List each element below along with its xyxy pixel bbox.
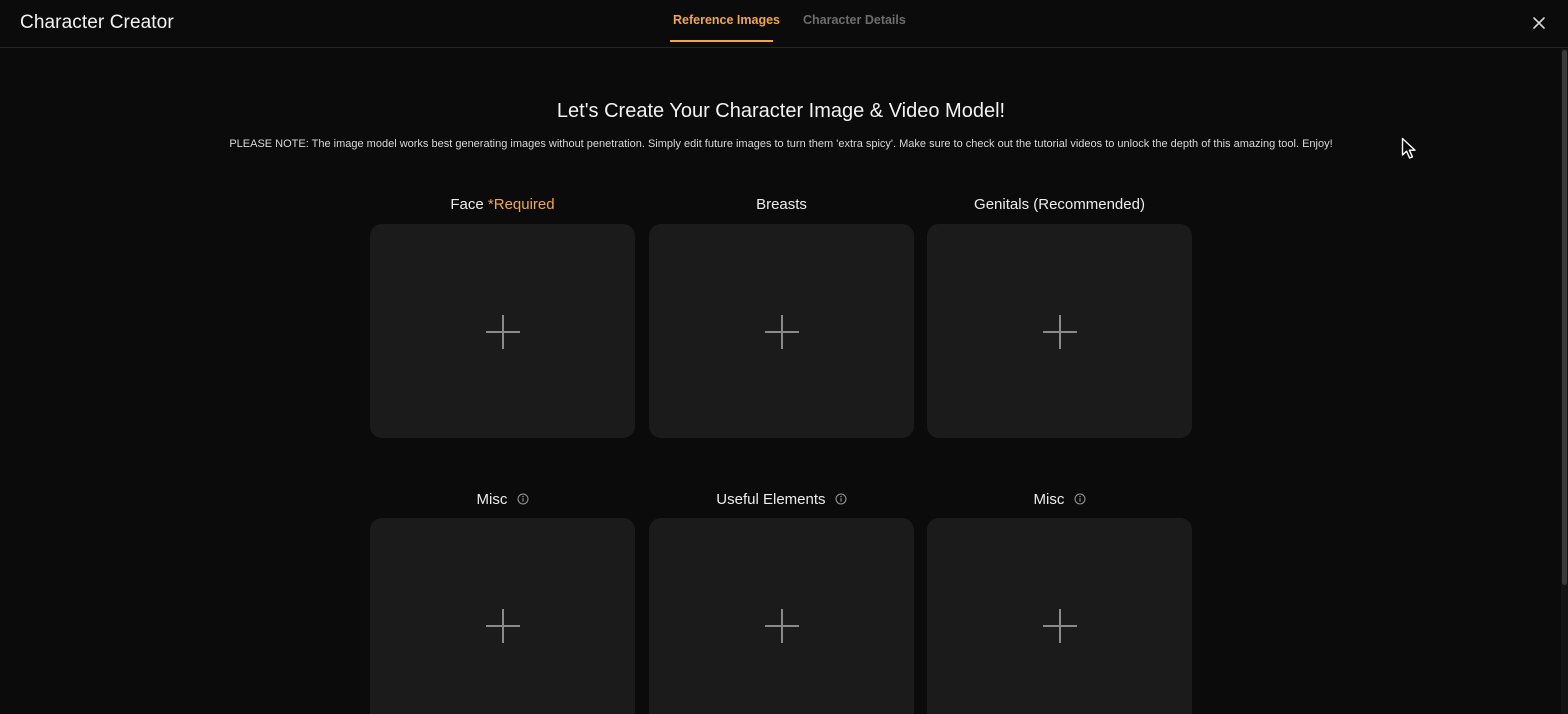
close-button[interactable] xyxy=(1529,13,1549,33)
plus-icon xyxy=(1043,315,1077,349)
scrollbar-thumb[interactable] xyxy=(1562,50,1567,585)
misc-label-text-2: Misc xyxy=(1033,491,1065,508)
info-icon[interactable] xyxy=(1074,493,1086,505)
misc-slot-label: Misc xyxy=(370,491,635,508)
plus-icon xyxy=(486,315,520,349)
useful-elements-label-text: Useful Elements xyxy=(716,491,826,508)
plus-icon xyxy=(486,609,520,643)
app-title: Character Creator xyxy=(20,12,174,33)
page-heading: Let's Create Your Character Image & Vide… xyxy=(556,100,1006,122)
genitals-slot-label: Genitals (Recommended) xyxy=(974,196,1145,213)
face-slot-label: Face *Required xyxy=(370,196,635,213)
plus-icon xyxy=(765,609,799,643)
breasts-slot-label: Breasts xyxy=(756,196,807,213)
note-text: PLEASE NOTE: The image model works best … xyxy=(229,138,1333,150)
genitals-upload-slot[interactable] xyxy=(927,224,1192,438)
tab-reference-images[interactable]: Reference Images xyxy=(673,13,780,27)
useful-elements-slot-label: Useful Elements xyxy=(649,491,914,508)
close-icon xyxy=(1533,17,1545,29)
misc-upload-slot-2[interactable] xyxy=(927,518,1192,714)
tab-character-details[interactable]: Character Details xyxy=(803,13,906,27)
misc-label-text: Misc xyxy=(476,491,508,508)
active-tab-indicator xyxy=(670,40,773,42)
required-badge: *Required xyxy=(487,196,555,213)
useful-elements-upload-slot[interactable] xyxy=(649,518,914,714)
misc-slot-label-2: Misc xyxy=(927,491,1192,508)
face-label-text: Face xyxy=(450,196,484,213)
plus-icon xyxy=(765,315,799,349)
info-icon[interactable] xyxy=(835,493,847,505)
header-bar: Character Creator Reference Images Chara… xyxy=(0,0,1568,48)
mouse-cursor-icon xyxy=(1401,137,1416,159)
misc-upload-slot[interactable] xyxy=(370,518,635,714)
plus-icon xyxy=(1043,609,1077,643)
face-upload-slot[interactable] xyxy=(370,224,635,438)
info-icon[interactable] xyxy=(517,493,529,505)
breasts-upload-slot[interactable] xyxy=(649,224,914,438)
